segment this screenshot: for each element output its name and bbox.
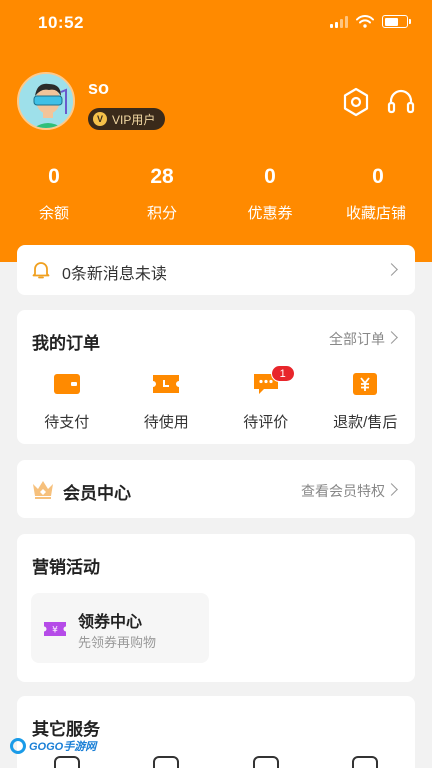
username: so bbox=[88, 78, 110, 98]
coupon-center-entry[interactable]: ¥ 领券中心 先领券再购物 bbox=[31, 593, 209, 663]
stats-row: 0 余额 28 积分 0 优惠券 0 收藏店铺 bbox=[0, 160, 432, 223]
stat-balance[interactable]: 0 余额 bbox=[0, 160, 108, 223]
battery-icon bbox=[382, 15, 411, 28]
chevron-right-icon bbox=[385, 263, 398, 276]
other-services-title: 其它服务 bbox=[32, 720, 100, 739]
stat-label: 收藏店铺 bbox=[345, 205, 406, 222]
order-refund-aftersale[interactable]: 退款/售后 bbox=[316, 372, 416, 432]
crown-icon bbox=[33, 481, 53, 499]
stat-value: 0 bbox=[264, 165, 276, 188]
headset-icon[interactable] bbox=[386, 87, 416, 117]
service-icon bbox=[352, 756, 379, 768]
coupon-center-subtitle: 先领券再购物 bbox=[78, 635, 157, 650]
messages-text: 0条新消息未读 bbox=[62, 266, 167, 283]
order-label: 待支付 bbox=[44, 414, 90, 431]
other-services-card: 其它服务 bbox=[17, 696, 415, 768]
marketing-title: 营销活动 bbox=[32, 558, 100, 577]
order-label: 待使用 bbox=[143, 414, 189, 431]
messages-bar[interactable]: 0条新消息未读 bbox=[17, 245, 415, 295]
stat-value: 0 bbox=[372, 165, 384, 188]
status-bar: 10:52 bbox=[0, 0, 432, 44]
order-status-row: 待支付 待使用 1 待评价 退款/售后 bbox=[17, 365, 416, 432]
v-badge-icon: V bbox=[93, 112, 107, 126]
chevron-right-icon bbox=[385, 331, 398, 344]
watermark-text: GOGO手游网 bbox=[29, 741, 97, 753]
stat-coupons[interactable]: 0 优惠券 bbox=[216, 160, 324, 223]
cellular-signal-icon bbox=[330, 15, 348, 28]
order-pending-payment[interactable]: 待支付 bbox=[17, 372, 117, 432]
avatar[interactable] bbox=[17, 72, 75, 130]
stat-value: 0 bbox=[48, 165, 60, 188]
hexagon-settings-icon[interactable] bbox=[341, 87, 371, 117]
all-orders-link[interactable]: 全部订单 bbox=[329, 329, 385, 349]
other-services-icons bbox=[17, 756, 415, 768]
wallet-icon bbox=[53, 374, 80, 394]
service-item[interactable] bbox=[316, 756, 416, 768]
review-count-badge: 1 bbox=[270, 365, 295, 382]
status-icons bbox=[330, 15, 411, 28]
service-icon bbox=[153, 756, 180, 768]
status-time: 10:52 bbox=[38, 13, 84, 32]
stat-favorite-shops[interactable]: 0 收藏店铺 bbox=[324, 160, 432, 223]
gogo-logo-icon bbox=[10, 738, 26, 754]
yen-refund-icon bbox=[353, 373, 378, 395]
marketing-card: 营销活动 ¥ 领券中心 先领券再购物 bbox=[17, 534, 415, 682]
view-privileges-link[interactable]: 查看会员特权 bbox=[301, 481, 385, 501]
service-icon bbox=[252, 756, 279, 768]
member-center-card[interactable]: 会员中心 查看会员特权 bbox=[17, 460, 415, 518]
order-label: 待评价 bbox=[243, 414, 289, 431]
orders-title: 我的订单 bbox=[32, 334, 100, 353]
ticket-icon bbox=[153, 375, 180, 393]
coupon-center-title: 领券中心 bbox=[78, 614, 143, 631]
order-pending-use[interactable]: 待使用 bbox=[117, 372, 217, 432]
service-item[interactable] bbox=[117, 756, 217, 768]
stat-label: 积分 bbox=[146, 205, 177, 222]
service-item[interactable] bbox=[17, 756, 117, 768]
vip-label: VIP用户 bbox=[112, 112, 156, 127]
svg-text:¥: ¥ bbox=[52, 626, 58, 636]
watermark: GOGO手游网 bbox=[10, 738, 96, 754]
stat-points[interactable]: 28 积分 bbox=[108, 160, 216, 223]
orders-card: 我的订单 全部订单 待支付 待使用 1 待评价 退款/售后 bbox=[17, 310, 415, 444]
chevron-right-icon bbox=[385, 483, 398, 496]
stat-label: 余额 bbox=[38, 205, 69, 222]
member-center-title: 会员中心 bbox=[63, 484, 131, 503]
order-label: 退款/售后 bbox=[333, 414, 398, 431]
order-pending-review[interactable]: 1 待评价 bbox=[216, 365, 316, 432]
vip-badge[interactable]: V VIP用户 bbox=[88, 108, 166, 130]
coupon-icon: ¥ bbox=[44, 622, 66, 636]
stat-label: 优惠券 bbox=[247, 205, 293, 222]
service-icon bbox=[53, 756, 80, 768]
stat-value: 28 bbox=[150, 165, 174, 188]
bell-icon bbox=[32, 262, 50, 279]
service-item[interactable] bbox=[216, 756, 316, 768]
wifi-icon bbox=[356, 15, 374, 28]
